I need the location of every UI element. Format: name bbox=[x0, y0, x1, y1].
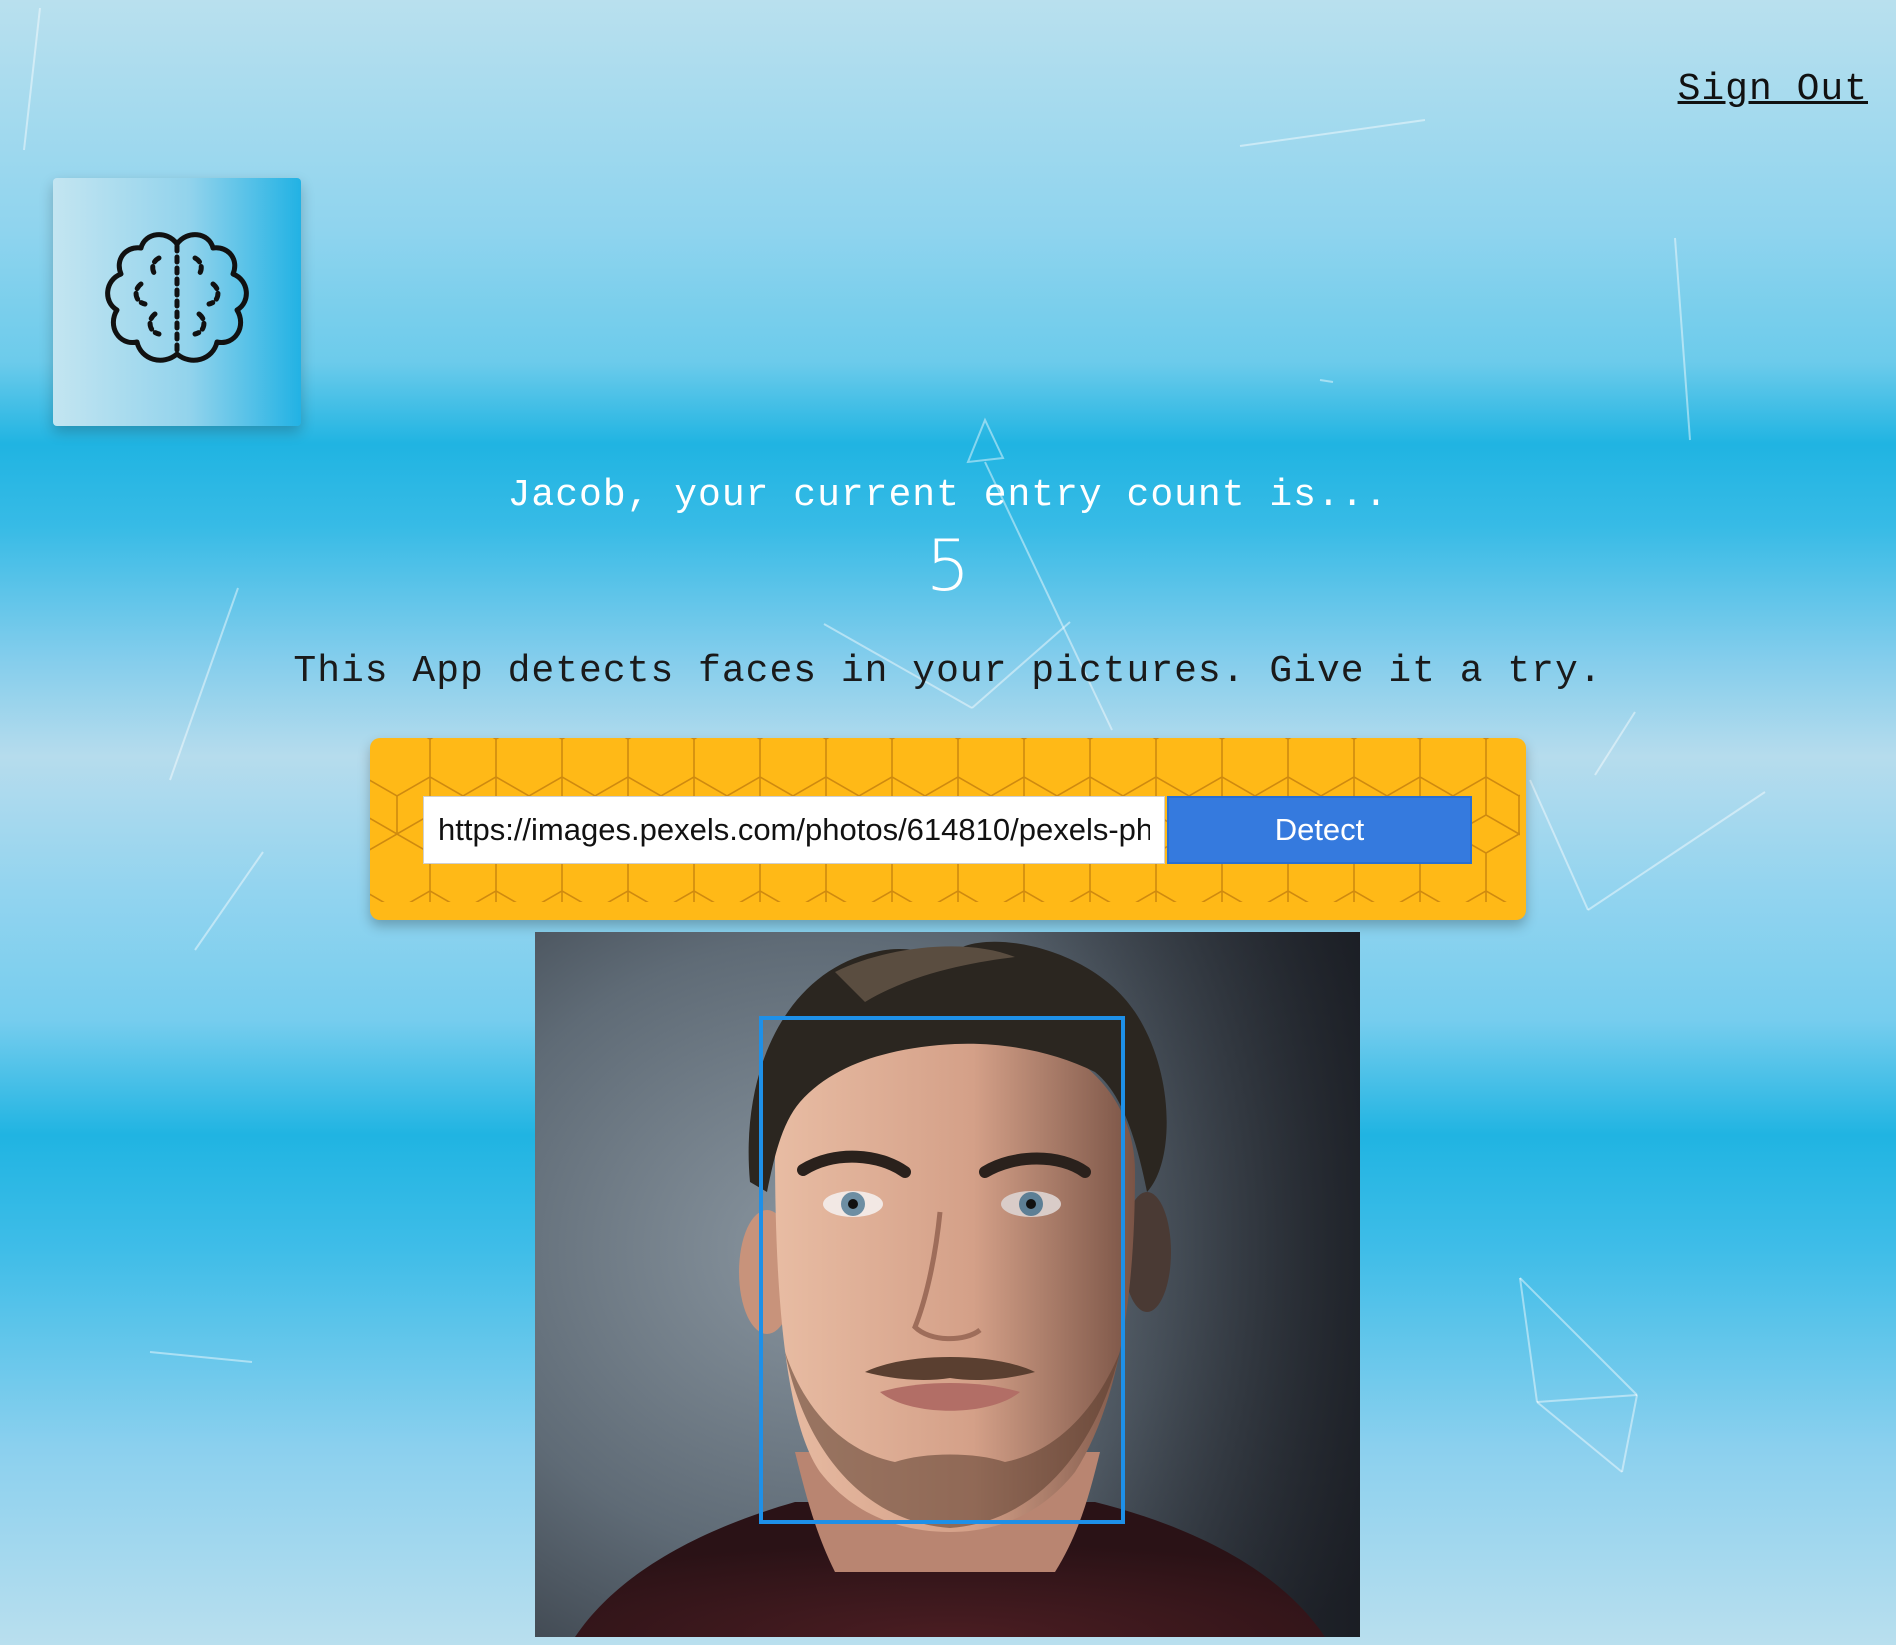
logo[interactable] bbox=[53, 178, 301, 426]
face-image bbox=[535, 932, 1360, 1637]
sign-out-link[interactable]: Sign Out bbox=[1678, 68, 1868, 111]
face-bounding-box bbox=[759, 1016, 1125, 1524]
image-url-input[interactable] bbox=[423, 796, 1165, 864]
app-description: This App detects faces in your pictures.… bbox=[293, 650, 1603, 693]
image-link-form: Detect bbox=[370, 738, 1526, 920]
entry-count-message: Jacob, your current entry count is... bbox=[507, 474, 1389, 517]
entry-count-value: 5 bbox=[925, 525, 971, 607]
detect-button[interactable]: Detect bbox=[1167, 796, 1472, 864]
brain-icon bbox=[105, 232, 249, 363]
